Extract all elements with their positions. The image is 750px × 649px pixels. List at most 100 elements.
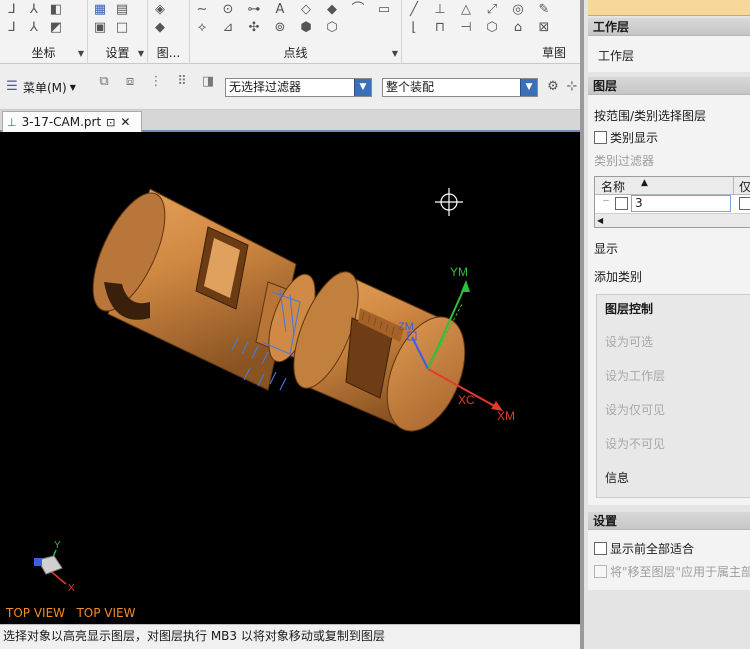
profile-icon[interactable]: ⊥ — [432, 2, 448, 18]
section-header-settings[interactable]: 设置 — [588, 512, 750, 530]
layer-stack-icon[interactable]: ◈ — [152, 2, 168, 18]
table-row[interactable]: ┄ 3 — [595, 195, 750, 213]
layer-move-icon[interactable]: ◆ — [152, 20, 168, 36]
cone-icon[interactable]: ⊿ — [220, 20, 236, 36]
point-set-icon[interactable]: ⊶ — [246, 2, 262, 18]
fit-before-display-label: 显示前全部适合 — [610, 542, 695, 556]
layer-settings-panel: 工作层 工作层 图层 按范围/类别选择图层 类别显示 类别过滤器 名称 ▲ 仅 … — [580, 0, 750, 649]
chamfer-icon[interactable]: ⊓ — [432, 20, 448, 36]
fill-icon[interactable]: ◆ — [324, 2, 340, 18]
dimension-icon[interactable]: ⌂ — [510, 20, 526, 36]
frame-icon[interactable]: ▣ — [92, 20, 108, 36]
ellipse-icon[interactable]: ⊚ — [272, 20, 288, 36]
graphics-viewport[interactable]: YM XM XC ZM Y X TOP VIEW TOP VIEW — [0, 132, 580, 624]
display-label: 显示 — [594, 242, 619, 256]
ribbon-group-label: 坐标 — [31, 46, 56, 60]
triangle-icon[interactable]: △ — [458, 2, 474, 18]
select-by-range-label: 按范围/类别选择图层 — [594, 109, 707, 123]
datum-csys-icon[interactable]: ⅃ — [4, 2, 20, 18]
component-icon[interactable]: ⧉ — [96, 74, 112, 90]
grid-settings-icon[interactable]: ▦ — [92, 2, 108, 18]
select-settings-icon[interactable]: ⚙ — [545, 79, 561, 95]
constraint-icon[interactable]: ⊠ — [536, 20, 552, 36]
bridge-icon[interactable]: ⌒ — [350, 2, 366, 18]
text-icon[interactable]: A — [272, 2, 288, 18]
layer-control-header[interactable]: 图层控制 — [605, 300, 653, 317]
work-layer-label: 工作层 — [598, 49, 635, 63]
chevron-down-icon[interactable]: ▼ — [392, 49, 398, 58]
layer-visible-checkbox[interactable] — [615, 197, 628, 210]
csys-rotate-icon[interactable]: ⅄ — [26, 20, 42, 36]
arc-icon[interactable]: ⤢ — [484, 2, 500, 18]
menu-button[interactable]: ☰ 菜单(M) ▼ — [4, 76, 76, 98]
polygon-icon[interactable]: ⬡ — [484, 20, 500, 36]
polygon-fill-icon[interactable]: ⬢ — [298, 20, 314, 36]
view-triad: Y X — [34, 540, 75, 594]
settings-section — [588, 530, 750, 590]
offset-icon[interactable]: ◇ — [298, 2, 314, 18]
section-header-layer[interactable]: 图层 — [588, 77, 750, 95]
part-file-icon: ⊥ — [7, 115, 17, 129]
csys-icon[interactable]: ⅄ — [26, 2, 42, 18]
ribbon-group-point-line: ∼ ⊙ ⊶ A ◇ ◆ ⌒ ▭ ⟡ ⊿ ✣ ⊚ ⬢ ⬡ 点线 ▼ — [190, 0, 402, 64]
line-icon[interactable]: ╱ — [406, 2, 422, 18]
chevron-down-icon[interactable]: ▼ — [138, 49, 144, 58]
assembly-icon[interactable]: ⧈ — [122, 74, 138, 90]
point-icon[interactable]: ⊙ — [220, 2, 236, 18]
orient-icon[interactable]: ◩ — [48, 20, 64, 36]
category-display-checkbox[interactable]: 类别显示 — [594, 129, 658, 146]
snap-icon[interactable]: ⊹ — [564, 79, 580, 95]
ribbon-group-layers: ◈ ◆ 图... — [148, 0, 190, 64]
hexagon-icon[interactable]: ⬡ — [324, 20, 340, 36]
layer-control-group: 图层控制 设为可选 设为工作层 设为仅可见 设为不可见 信息 — [596, 294, 750, 498]
circle-icon[interactable]: ◎ — [510, 2, 526, 18]
ribbon-group-coordinates: ⅃ ⅄ ◧ ⅃ ⅄ ◩ 坐标 ▼ — [0, 0, 88, 64]
edit-icon[interactable]: ✎ — [536, 2, 552, 18]
category-filter-label: 类别过滤器 — [594, 154, 655, 168]
section-header-work-layer[interactable]: 工作层 — [588, 18, 750, 36]
fillet-icon[interactable]: ⌊ — [406, 20, 422, 36]
column-header-name[interactable]: 名称 — [601, 178, 625, 195]
layer-only-checkbox[interactable] — [739, 197, 750, 210]
assembly-scope-value: 整个装配 — [386, 80, 435, 94]
close-icon[interactable]: ✕ — [120, 115, 130, 129]
zm-axis-label: ZM — [398, 321, 414, 333]
fit-before-display-checkbox[interactable]: 显示前全部适合 — [594, 540, 694, 557]
cad-scene: YM XM XC ZM Y X — [34, 183, 515, 594]
file-tab-label: 3-17-CAM.prt — [21, 115, 102, 129]
cam-part[interactable] — [78, 183, 480, 442]
checkbox-icon — [594, 542, 607, 555]
modified-icon: ⊡ — [106, 115, 116, 129]
horizontal-scrollbar[interactable]: ◀ — [595, 213, 750, 227]
set-selectable-button[interactable]: 设为可选 — [605, 333, 653, 350]
trim-icon[interactable]: ⊣ — [458, 20, 474, 36]
set-work-layer-button[interactable]: 设为工作层 — [605, 367, 665, 384]
layer-name-cell[interactable]: 3 — [631, 195, 731, 212]
set-visible-only-button[interactable]: 设为仅可见 — [605, 401, 665, 418]
helix-icon[interactable]: ✣ — [246, 20, 262, 36]
set-invisible-button[interactable]: 设为不可见 — [605, 435, 665, 452]
chevron-left-icon[interactable]: ◀ — [597, 214, 603, 227]
move-icon[interactable]: ◨ — [200, 74, 216, 90]
curve-icon[interactable]: ∼ — [194, 2, 210, 18]
file-tab[interactable]: ⊥ 3-17-CAM.prt ⊡ ✕ — [2, 111, 142, 132]
selection-filter-dropdown[interactable]: 无选择过滤器 ▼ — [225, 78, 372, 97]
structure-icon[interactable]: ⋮ — [148, 74, 164, 90]
rectangle-icon[interactable]: ▭ — [376, 2, 392, 18]
assembly-scope-dropdown[interactable]: 整个装配 ▼ — [382, 78, 538, 97]
square-icon[interactable]: □ — [114, 20, 130, 36]
tree-connector-icon: ┄ — [603, 196, 610, 207]
spline-icon[interactable]: ⟡ — [194, 20, 210, 36]
ribbon-group-sketch: ╱ ⊥ △ ⤢ ◎ ✎ ⌊ ⊓ ⊣ ⬡ ⌂ ⊠ 草图 — [402, 0, 580, 64]
apply-move-to-layer-checkbox[interactable]: 将"移至图层"应用于属主部 — [594, 563, 750, 580]
csys-dynamic-icon[interactable]: ⅃ — [4, 20, 20, 36]
crosshair-icon — [435, 188, 463, 216]
constraint-icon[interactable]: ⠿ — [174, 74, 190, 90]
chevron-down-icon[interactable]: ▼ — [78, 49, 84, 58]
panel-title-strip — [588, 0, 750, 16]
layer-settings-icon[interactable]: ▤ — [114, 2, 130, 18]
toolbar-icons: ⧉ ⧈ ⋮ ⠿ ◨ — [96, 74, 216, 90]
column-header-only[interactable]: 仅 — [739, 178, 750, 195]
cube-icon[interactable]: ◧ — [48, 2, 64, 18]
info-button[interactable]: 信息 — [605, 469, 629, 486]
